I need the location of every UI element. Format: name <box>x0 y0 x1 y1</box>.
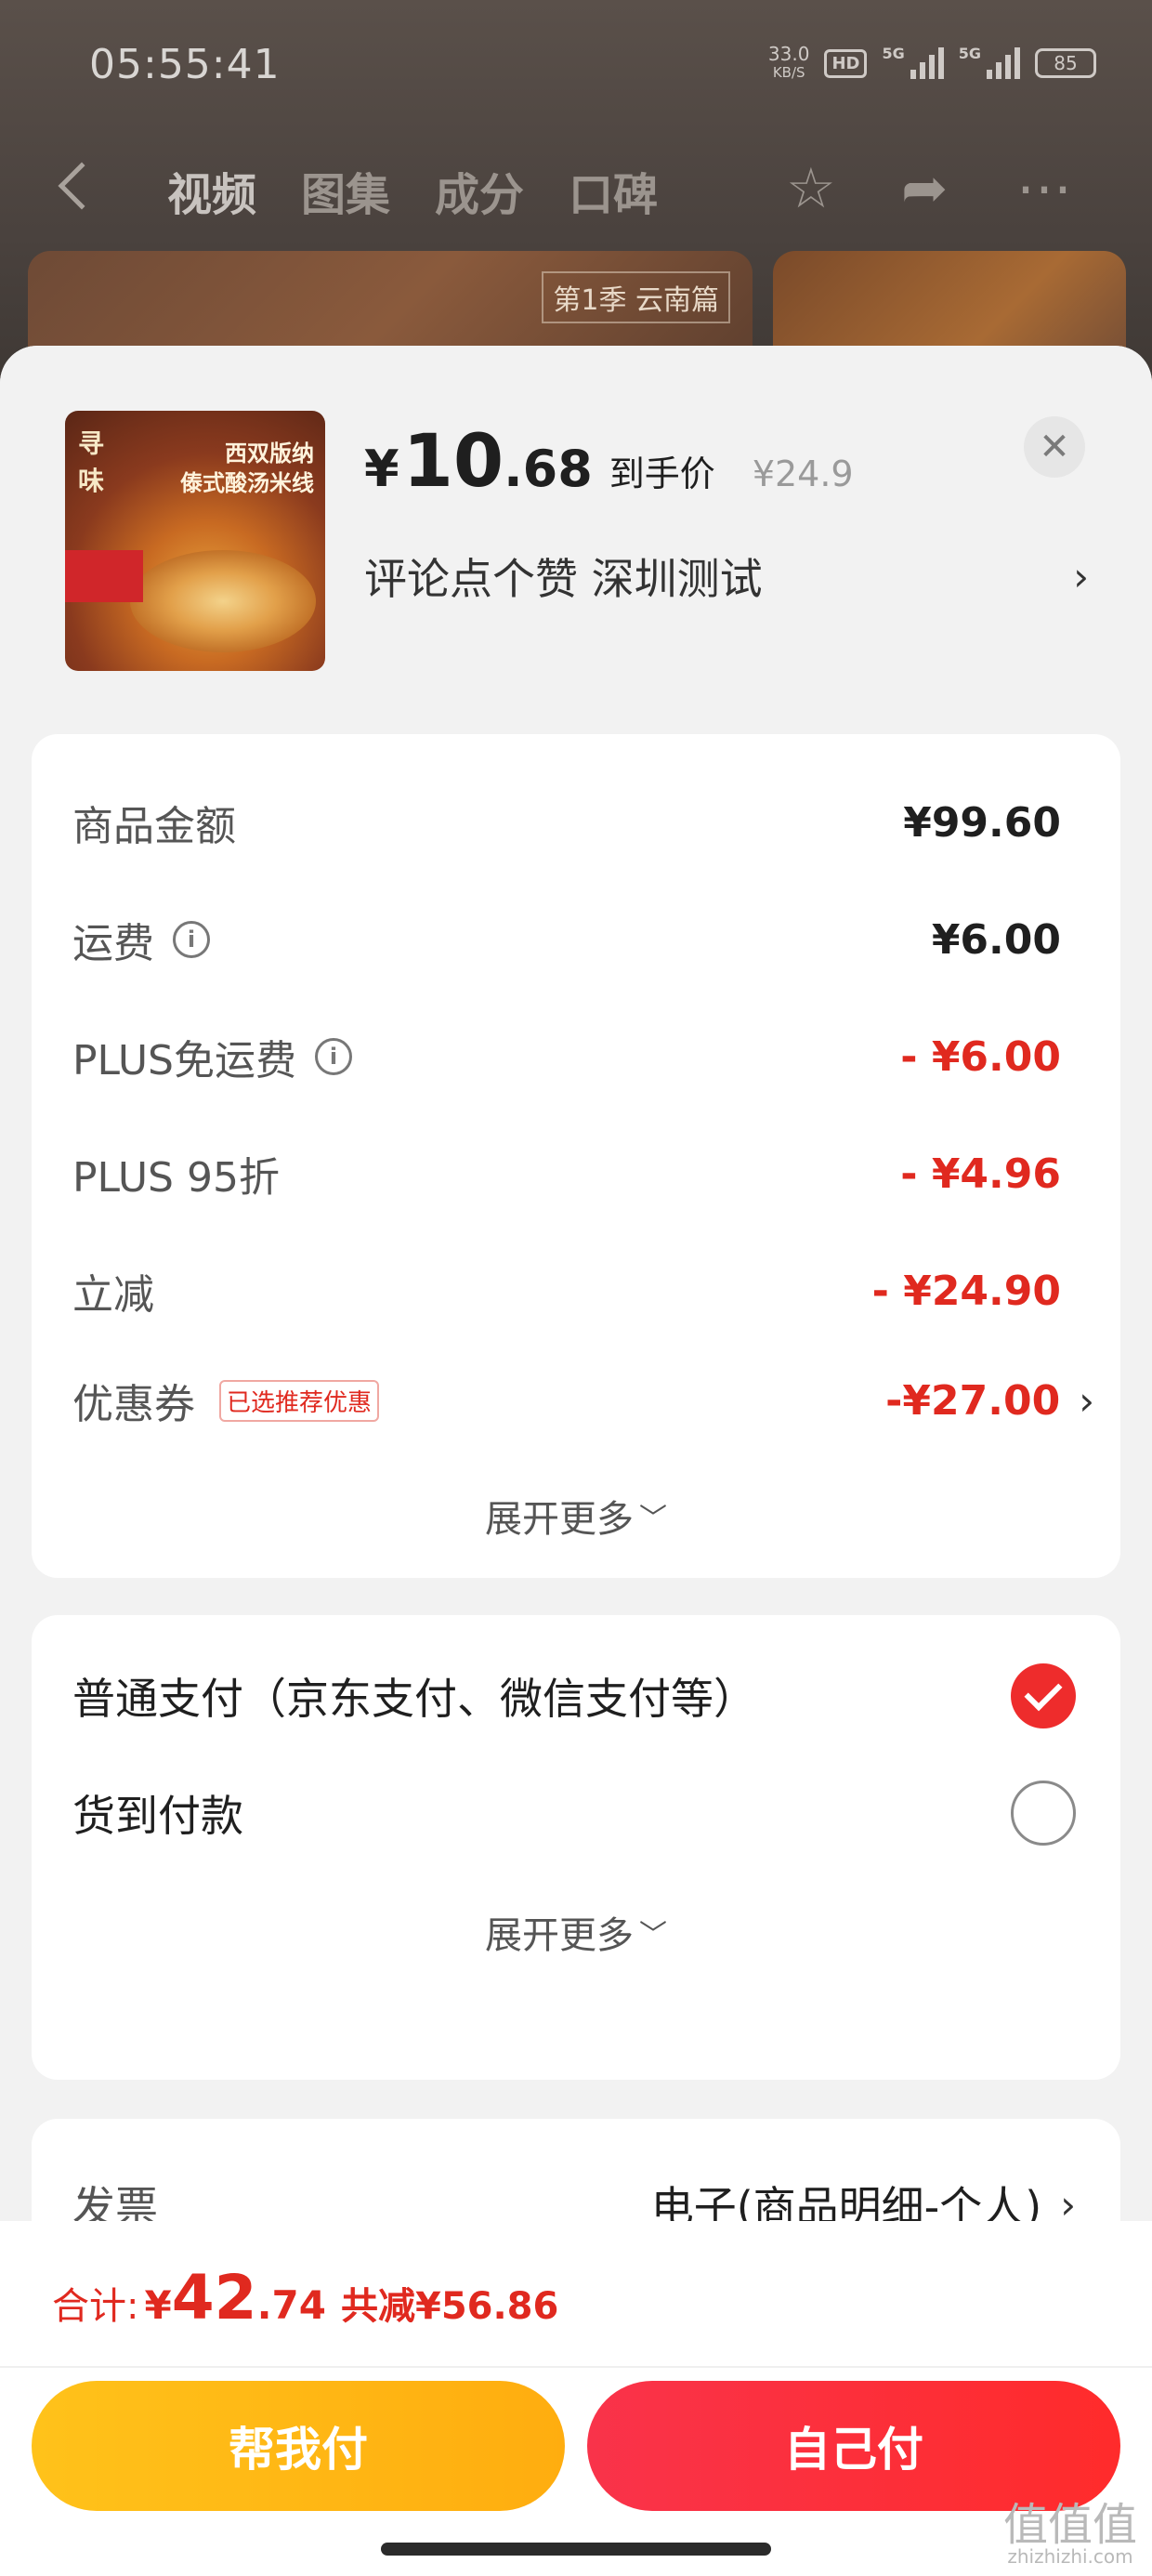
coupon-value-wrap: -¥27.00 › <box>885 1377 1094 1425</box>
network-speed-value: 33.0 <box>767 43 810 65</box>
tab-gallery[interactable]: 图集 <box>301 158 390 223</box>
amount-row-shipping: 运费 i ¥6.00 <box>72 907 1061 972</box>
amount-row-instant-discount: 立减 - ¥24.90 <box>72 1258 1061 1323</box>
amount-breakdown-card: 商品金额 ¥99.60 运费 i ¥6.00 PLUS免运费 i - ¥6.00… <box>32 734 1120 1578</box>
status-bar: 05:55:41 33.0 KB/S HD 5G 5G 85 <box>0 0 1152 139</box>
amount-label-wrap: 优惠券 已选推荐优惠 <box>72 1371 380 1430</box>
network-speed-unit: KB/S <box>772 64 805 81</box>
amount-row-plus-discount: PLUS 95折 - ¥4.96 <box>72 1141 1061 1206</box>
address-row[interactable]: 评论点个赞 深圳测试 › <box>364 548 1089 605</box>
sheet-header: 寻味 西双版纳 傣式酸汤米线 ¥ 10 .68 到手价 ¥24.9 ✕ 评论点个… <box>0 346 1152 736</box>
amount-label: 运费 <box>72 920 154 967</box>
tab-bar: 视频 图集 成分 口碑 <box>167 158 658 223</box>
expand-more-button[interactable]: 展开更多 ﹀ <box>32 1905 1120 1959</box>
tab-reviews[interactable]: 口碑 <box>569 158 658 223</box>
expand-more-label: 展开更多 <box>485 1498 634 1541</box>
watermark-domain: zhizhizhi.com <box>1007 2545 1133 2568</box>
close-icon: ✕ <box>1039 426 1070 468</box>
amount-label-wrap: 运费 i <box>72 910 210 969</box>
home-indicator[interactable] <box>381 2543 771 2556</box>
amount-label: PLUS 95折 <box>72 1154 280 1202</box>
star-icon[interactable]: ☆ <box>786 156 836 221</box>
watermark-logo: 值值值 zhizhizhi.com <box>1003 2503 1137 2568</box>
product-promo-badge <box>65 550 143 602</box>
amount-label: 立减 <box>72 1271 154 1319</box>
amount-row-plus-free-shipping: PLUS免运费 i - ¥6.00 <box>72 1024 1061 1089</box>
product-bowl-illustration <box>130 550 316 652</box>
background-page: 05:55:41 33.0 KB/S HD 5G 5G 85 视频 图集 成分 … <box>0 0 1152 390</box>
total-saved: 共减¥56.86 <box>340 2285 559 2328</box>
address-text: 评论点个赞 深圳测试 <box>364 554 763 604</box>
hd-icon: HD <box>824 48 868 78</box>
chevron-down-icon: ﹀ <box>639 1503 667 1535</box>
sim2-label: 5G <box>958 45 981 62</box>
tab-ingredients[interactable]: 成分 <box>435 158 524 223</box>
product-image-title-line2: 傣式酸汤米线 <box>180 470 314 496</box>
coupon-tag: 已选推荐优惠 <box>219 1379 380 1422</box>
help-me-pay-button[interactable]: 帮我付 <box>32 2381 565 2511</box>
amount-label: 商品金额 <box>72 803 236 850</box>
expand-more-label: 展开更多 <box>485 1914 634 1957</box>
amount-row-coupon[interactable]: 优惠券 已选推荐优惠 -¥27.00 › <box>72 1368 1094 1433</box>
back-arrow-icon[interactable] <box>58 162 106 210</box>
tab-video[interactable]: 视频 <box>167 158 256 223</box>
amount-value: ¥99.60 <box>903 798 1061 847</box>
status-icons: 33.0 KB/S HD 5G 5G 85 <box>768 45 1096 82</box>
price-symbol: ¥ <box>364 440 399 498</box>
product-image-title: 西双版纳 傣式酸汤米线 <box>180 439 314 498</box>
amount-value: - ¥24.90 <box>871 1267 1061 1315</box>
payment-option-label: 货到付款 <box>72 1791 243 1841</box>
more-icon[interactable]: ⋯ <box>1016 156 1072 221</box>
original-price: ¥24.9 <box>752 453 854 494</box>
battery-icon: 85 <box>1035 48 1096 78</box>
radio-unchecked-icon[interactable] <box>1011 1781 1076 1846</box>
price-decimal: .68 <box>504 440 593 498</box>
amount-value: -¥27.00 <box>885 1376 1061 1425</box>
close-button[interactable]: ✕ <box>1024 416 1085 478</box>
product-image-title-line1: 西双版纳 <box>225 440 314 467</box>
amount-label-wrap: PLUS免运费 i <box>72 1027 352 1086</box>
share-icon[interactable]: ➦ <box>901 156 948 221</box>
signal-icon <box>910 47 944 79</box>
amount-value: - ¥4.96 <box>900 1150 1061 1198</box>
amount-row-subtotal: 商品金额 ¥99.60 <box>72 790 1061 855</box>
total-row: 合计: ¥ 42 .74 共减¥56.86 <box>52 2262 558 2333</box>
pay-myself-button[interactable]: 自己付 <box>587 2381 1120 2511</box>
amount-label: PLUS免运费 <box>72 1037 296 1084</box>
chevron-down-icon: ﹀ <box>639 1919 667 1952</box>
product-thumbnail: 寻味 西双版纳 傣式酸汤米线 <box>65 411 325 671</box>
radio-checked-icon[interactable] <box>1011 1663 1076 1728</box>
payment-option-label: 普通支付（京东支付、微信支付等） <box>72 1674 756 1724</box>
total-integer: 42 <box>171 2262 257 2333</box>
final-price-tag: 到手价 <box>609 453 715 494</box>
top-navigation: 视频 图集 成分 口碑 ☆ ➦ ⋯ <box>0 149 1152 232</box>
price-row: ¥ 10 .68 到手价 ¥24.9 <box>364 420 854 504</box>
signal-icon-2 <box>987 47 1020 79</box>
chevron-right-icon: › <box>1073 553 1089 599</box>
info-icon[interactable]: i <box>315 1038 352 1075</box>
payment-option-normal[interactable]: 普通支付（京东支付、微信支付等） <box>72 1654 1076 1738</box>
status-time: 05:55:41 <box>89 41 281 88</box>
info-icon[interactable]: i <box>173 921 210 958</box>
expand-more-button[interactable]: 展开更多 ﹀ <box>32 1489 1120 1543</box>
total-symbol: ¥ <box>144 2282 172 2328</box>
network-speed: 33.0 KB/S <box>768 45 810 82</box>
amount-value: - ¥6.00 <box>900 1032 1061 1081</box>
product-logo: 寻味 <box>78 428 105 496</box>
watermark-glyphs: 值值值 <box>1002 2499 1137 2551</box>
payment-method-card: 普通支付（京东支付、微信支付等） 货到付款 展开更多 ﹀ <box>32 1615 1120 2080</box>
amount-value: ¥6.00 <box>931 915 1061 964</box>
total-label: 合计: <box>52 2285 139 2328</box>
amount-label: 优惠券 <box>72 1381 195 1428</box>
chevron-right-icon: › <box>1079 1377 1094 1424</box>
sim1-label: 5G <box>882 45 905 62</box>
footer-divider <box>0 2366 1152 2368</box>
price-integer: 10 <box>402 420 504 504</box>
payment-option-cod[interactable]: 货到付款 <box>72 1771 1076 1855</box>
season-label: 第1季 云南篇 <box>542 271 730 323</box>
total-decimal: .74 <box>256 2282 326 2328</box>
checkout-footer: 合计: ¥ 42 .74 共减¥56.86 帮我付 自己付 值值值 zhizhi… <box>0 2221 1152 2576</box>
